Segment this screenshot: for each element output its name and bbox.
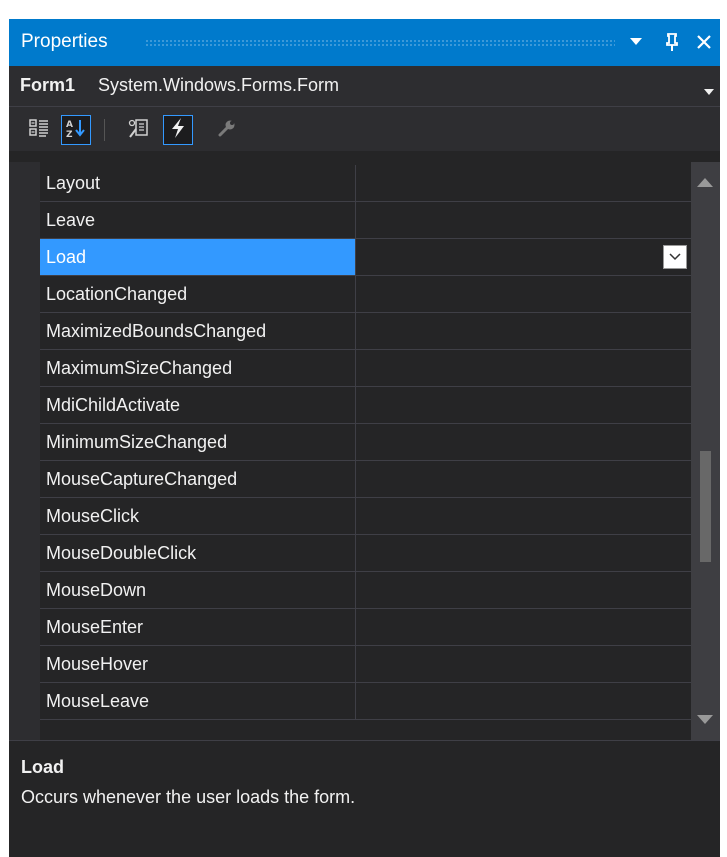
event-handler-value[interactable] xyxy=(356,572,691,608)
chevron-down-icon[interactable] xyxy=(704,82,714,100)
grid-gutter xyxy=(9,162,40,740)
event-handler-value[interactable] xyxy=(356,683,691,719)
svg-text:Z: Z xyxy=(66,130,73,138)
event-row[interactable]: Leave xyxy=(40,202,691,239)
event-name[interactable]: MouseEnter xyxy=(40,609,355,645)
toolbar: A Z xyxy=(9,107,720,151)
scroll-up-icon[interactable] xyxy=(697,174,713,192)
event-row[interactable]: MaximumSizeChanged xyxy=(40,350,691,387)
event-name[interactable]: MaximumSizeChanged xyxy=(40,350,355,386)
close-icon[interactable] xyxy=(691,26,717,58)
svg-text:A: A xyxy=(66,120,73,130)
object-type: System.Windows.Forms.Form xyxy=(98,75,340,95)
event-row[interactable]: Layout xyxy=(40,165,691,202)
event-row[interactable]: MouseClick xyxy=(40,498,691,535)
event-handler-value[interactable] xyxy=(356,646,691,682)
description-title: Load xyxy=(21,757,64,777)
event-name[interactable]: LocationChanged xyxy=(40,276,355,312)
event-name[interactable]: MouseClick xyxy=(40,498,355,534)
title-bar[interactable]: Properties xyxy=(9,19,720,66)
event-handler-value[interactable] xyxy=(356,387,691,423)
property-grid: Layout Leave Load LocationChanged MaximizedB… xyxy=(9,162,720,740)
event-handler-value[interactable] xyxy=(356,461,691,497)
properties-window: Properties Form1 System.Windows.Forms.Fo… xyxy=(9,19,720,857)
event-name[interactable]: MouseLeave xyxy=(40,683,355,719)
event-row[interactable]: MouseDown xyxy=(40,572,691,609)
event-name[interactable]: Leave xyxy=(40,202,355,238)
property-pages-button[interactable] xyxy=(212,115,242,145)
event-handler-value[interactable] xyxy=(356,239,691,275)
event-handler-value[interactable] xyxy=(356,313,691,349)
toolbar-separator xyxy=(104,119,105,141)
description-text: Occurs whenever the user loads the form. xyxy=(21,787,356,807)
event-handler-value[interactable] xyxy=(356,350,691,386)
event-name[interactable]: MaximizedBoundsChanged xyxy=(40,313,355,349)
categorized-button[interactable] xyxy=(24,115,54,145)
event-handler-value[interactable] xyxy=(356,165,691,201)
event-name[interactable]: MdiChildActivate xyxy=(40,387,355,423)
event-name[interactable]: MouseHover xyxy=(40,646,355,682)
event-handler-value[interactable] xyxy=(356,498,691,534)
event-name[interactable]: MouseCaptureChanged xyxy=(40,461,355,497)
handler-dropdown-button[interactable] xyxy=(663,245,687,269)
properties-icon xyxy=(128,117,150,144)
scrollbar-thumb[interactable] xyxy=(700,451,711,562)
event-handler-value[interactable] xyxy=(356,202,691,238)
description-pane: Load Occurs whenever the user loads the … xyxy=(9,740,720,857)
event-handler-value[interactable] xyxy=(356,609,691,645)
event-row[interactable]: MouseLeave xyxy=(40,683,691,720)
event-row[interactable]: MaximizedBoundsChanged xyxy=(40,313,691,350)
window-title: Properties xyxy=(21,31,108,52)
event-row[interactable]: MdiChildActivate xyxy=(40,387,691,424)
events-button[interactable] xyxy=(163,115,193,145)
vertical-scrollbar[interactable] xyxy=(691,162,720,740)
event-name[interactable]: Load xyxy=(40,239,355,275)
event-row[interactable]: MouseDoubleClick xyxy=(40,535,691,572)
event-row[interactable]: MinimumSizeChanged xyxy=(40,424,691,461)
event-row[interactable]: MouseEnter xyxy=(40,609,691,646)
event-name[interactable]: Layout xyxy=(40,165,355,201)
alphabetical-icon: A Z xyxy=(66,118,86,143)
object-name: Form1 xyxy=(20,75,76,95)
events-icon xyxy=(169,117,187,144)
event-row[interactable]: MouseCaptureChanged xyxy=(40,461,691,498)
alphabetical-button[interactable]: A Z xyxy=(61,115,91,145)
chevron-down-icon xyxy=(669,253,681,261)
event-name[interactable]: MinimumSizeChanged xyxy=(40,424,355,460)
dropdown-caret-icon[interactable] xyxy=(623,26,649,58)
event-name[interactable]: MouseDown xyxy=(40,572,355,608)
object-selector[interactable]: Form1 System.Windows.Forms.Form xyxy=(9,66,720,107)
event-row[interactable]: Load xyxy=(40,239,691,276)
event-handler-value[interactable] xyxy=(356,535,691,571)
drag-grip[interactable] xyxy=(145,39,615,46)
wrench-icon xyxy=(217,118,237,143)
pin-icon[interactable] xyxy=(659,26,685,58)
event-row[interactable]: LocationChanged xyxy=(40,276,691,313)
event-name[interactable]: MouseDoubleClick xyxy=(40,535,355,571)
categorized-icon xyxy=(29,118,49,143)
event-row[interactable]: MouseHover xyxy=(40,646,691,683)
event-handler-value[interactable] xyxy=(356,276,691,312)
event-handler-value[interactable] xyxy=(356,424,691,460)
properties-button[interactable] xyxy=(124,115,154,145)
scroll-down-icon[interactable] xyxy=(697,712,713,730)
